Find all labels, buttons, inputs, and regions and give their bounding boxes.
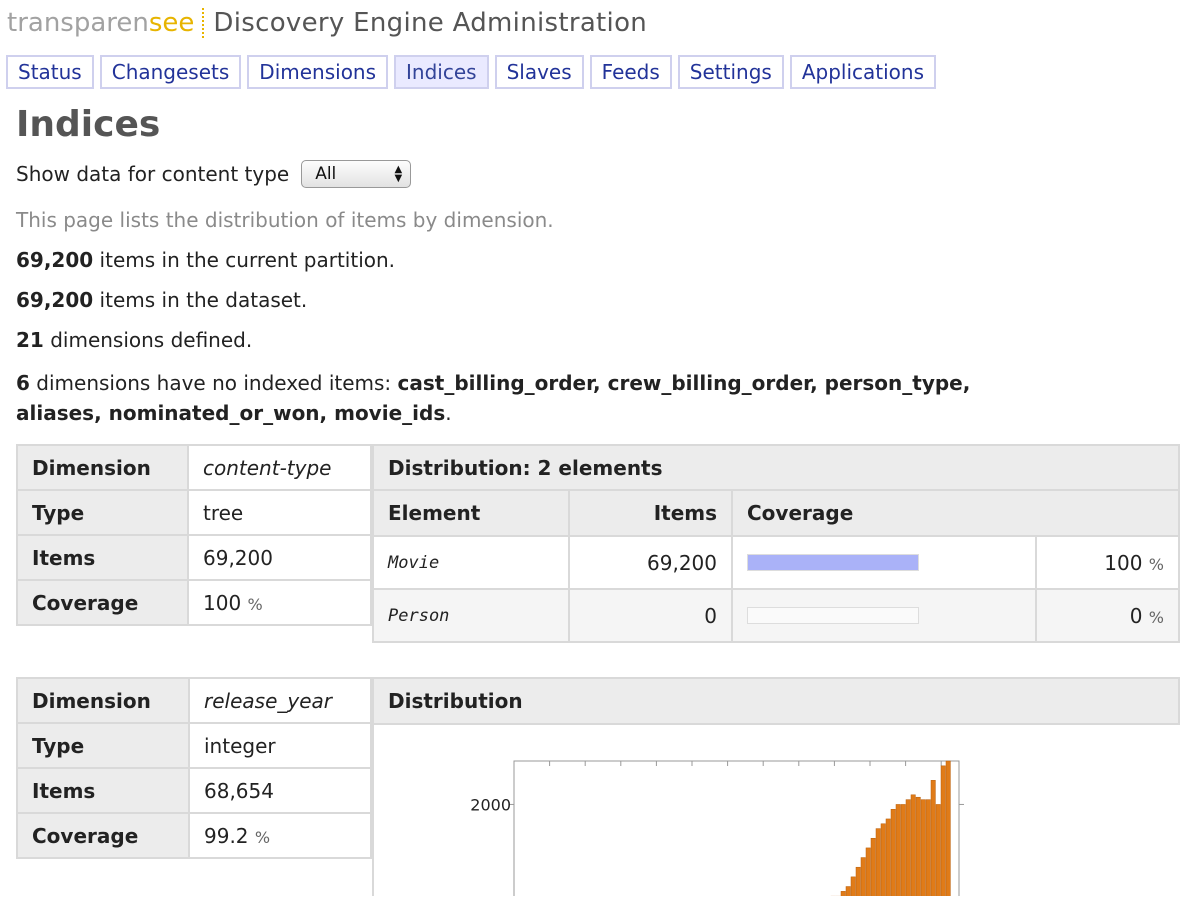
element-items: 0: [568, 588, 733, 643]
type-label: Type: [16, 489, 189, 536]
tab-settings[interactable]: Settings: [677, 55, 784, 89]
content-type-selected: All: [315, 164, 337, 184]
histogram-bar: [880, 823, 886, 900]
element-coverage: 100 %: [1035, 535, 1180, 590]
tab-dimensions[interactable]: Dimensions: [247, 55, 389, 89]
dimension-items: 68,654: [188, 767, 372, 814]
release-year-histogram: 2000: [470, 760, 964, 900]
element-coverage: 0 %: [1035, 588, 1180, 643]
table-row: Movie 69,200 100 %: [372, 535, 1180, 590]
histogram-bar: [865, 847, 871, 900]
coverage-label: Coverage: [16, 812, 190, 859]
coverage-header: Coverage: [731, 489, 1180, 537]
histogram-bar: [920, 799, 926, 900]
distribution-title: Distribution: 2 elements: [372, 444, 1180, 491]
histogram-bar: [885, 818, 891, 900]
content-type-filter: Show data for content type All ▲ ▼: [16, 160, 412, 188]
dimension-items: 69,200: [187, 534, 372, 581]
histogram-bar: [850, 876, 856, 900]
tab-indices[interactable]: Indices: [394, 55, 489, 89]
histogram-bar: [925, 799, 931, 900]
nav-tabs: Status Changesets Dimensions Indices Sla…: [6, 55, 936, 89]
tab-status[interactable]: Status: [6, 55, 94, 89]
y-tick-label: 2000: [470, 795, 511, 814]
dimension-coverage: 100 %: [187, 579, 372, 626]
element-name: Movie: [372, 535, 570, 590]
histogram-bar: [945, 760, 951, 900]
distribution-table-release-year: Distribution: [372, 677, 1180, 725]
app-title: Discovery Engine Administration: [213, 8, 648, 38]
histogram-bar: [895, 804, 901, 900]
dimension-label: Dimension: [16, 444, 189, 491]
tab-changesets[interactable]: Changesets: [99, 55, 242, 89]
dimension-label: Dimension: [16, 677, 190, 724]
histogram-bar: [900, 804, 906, 900]
histogram-bar: [860, 857, 866, 900]
dataset-stat: 69,200 items in the dataset.: [16, 288, 308, 312]
histogram-bar: [910, 794, 916, 900]
histogram-bar: [915, 796, 921, 900]
content-type-select[interactable]: All ▲ ▼: [301, 160, 412, 188]
coverage-bar: [747, 607, 919, 624]
histogram-bar: [905, 799, 911, 900]
coverage-bar-cell: [731, 588, 1037, 643]
coverage-bar: [747, 554, 919, 571]
app-header: transparensee Discovery Engine Administr…: [7, 6, 647, 40]
content-type-label: Show data for content type: [16, 162, 290, 186]
histogram-bar: [890, 809, 896, 900]
items-header: Items: [568, 489, 733, 537]
dimension-type: integer: [188, 722, 372, 769]
dimension-type: tree: [187, 489, 372, 536]
element-header: Element: [372, 489, 570, 537]
empty-dimensions-stat: 6 dimensions have no indexed items: cast…: [16, 371, 971, 425]
element-name: Person: [372, 588, 570, 643]
dimension-coverage: 99.2 %: [188, 812, 372, 859]
tab-slaves[interactable]: Slaves: [494, 55, 584, 89]
distribution-chart-cell: 2000: [372, 723, 1182, 900]
histogram-bar: [855, 866, 861, 900]
histogram-bar: [940, 765, 946, 900]
select-arrows-icon: ▲ ▼: [394, 164, 403, 184]
dimension-summary-content-type: Dimension content-type Type tree Items 69,2…: [16, 444, 372, 626]
histogram-bar: [930, 780, 936, 900]
table-row: Person 0 0 %: [372, 588, 1180, 643]
intro-text: This page lists the distribution of item…: [16, 208, 554, 232]
tab-applications[interactable]: Applications: [789, 55, 936, 89]
distribution-title: Distribution: [372, 677, 1180, 725]
dimension-name: release_year: [188, 677, 372, 724]
coverage-bar-fill: [748, 555, 918, 570]
type-label: Type: [16, 722, 190, 769]
histogram-bar: [840, 891, 846, 900]
coverage-label: Coverage: [16, 579, 189, 626]
logo-divider: [202, 8, 205, 38]
partition-stat: 69,200 items in the current partition.: [16, 248, 396, 272]
dimensions-stat: 21 dimensions defined.: [16, 328, 253, 352]
page-title: Indices: [16, 104, 161, 145]
histogram-bar: [870, 837, 876, 900]
items-label: Items: [16, 767, 190, 814]
histogram-bar: [875, 828, 881, 900]
coverage-bar-cell: [731, 535, 1037, 590]
dimension-name: content-type: [187, 444, 372, 491]
logo[interactable]: transparensee: [7, 8, 194, 38]
dimension-summary-release-year: Dimension release_year Type integer Items 6…: [16, 677, 372, 859]
items-label: Items: [16, 534, 189, 581]
element-items: 69,200: [568, 535, 733, 590]
histogram-bar: [935, 804, 941, 900]
tab-feeds[interactable]: Feeds: [589, 55, 672, 89]
histogram-bar: [845, 886, 851, 900]
distribution-table-content-type: Distribution: 2 elements Element Items C…: [372, 444, 1180, 643]
